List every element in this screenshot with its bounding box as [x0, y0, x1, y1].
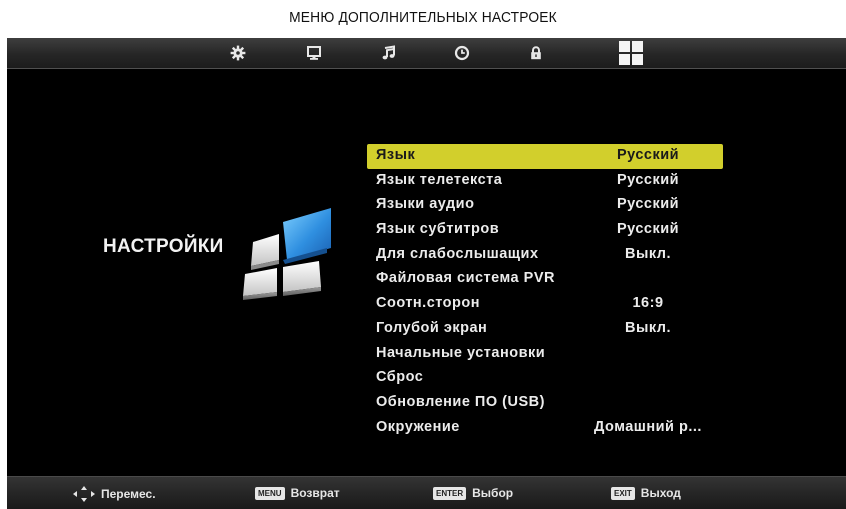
- menu-item-label: Языки аудио: [376, 196, 475, 213]
- menu-item-value: 16:9: [632, 295, 664, 312]
- menu-item-aspect-ratio[interactable]: Соотн.сторон 16:9: [367, 292, 723, 317]
- tab-time[interactable]: [453, 44, 471, 62]
- menu-item-language[interactable]: Язык Русский: [367, 144, 723, 169]
- hint-exit: EXIT Выход: [611, 486, 681, 500]
- menu-item-label: Обновление ПО (USB): [376, 393, 545, 410]
- menu-item-value: Домашний р...: [594, 418, 702, 435]
- page-caption: МЕНЮ ДОПОЛНИТЕЛЬНЫХ НАСТРОЕК: [289, 9, 557, 26]
- menu-item-value: Русский: [616, 221, 680, 238]
- menu-item-label: Для слабослышащих: [376, 245, 539, 262]
- menu-item-environment[interactable]: Окружение Домашний р...: [367, 416, 723, 441]
- menu-item-label: Окружение: [376, 418, 460, 435]
- hint-back: MENU Возврат: [255, 486, 340, 500]
- menu-item-value: Русский: [616, 196, 680, 213]
- gear-icon: [230, 45, 246, 61]
- menu-key-icon: MENU: [255, 486, 285, 500]
- settings-logo: [231, 200, 331, 305]
- menu-item-label: Сброс: [376, 369, 424, 386]
- menu-item-value: Выкл.: [624, 245, 672, 262]
- hint-exit-label: Выход: [640, 486, 681, 500]
- hint-move: Перемес.: [73, 486, 156, 502]
- menu-item-teletext-language[interactable]: Язык телетекста Русский: [367, 169, 723, 194]
- enter-key-icon: ENTER: [433, 486, 467, 500]
- tv-screen: НАСТРОЙКИ Язык Русский Язык телетекста Р…: [7, 38, 846, 509]
- clock-icon: [454, 45, 470, 61]
- menu-item-value: Русский: [616, 171, 680, 188]
- menu-item-label: Язык телетекста: [376, 171, 503, 188]
- menu-item-label: Файловая система PVR: [376, 270, 555, 287]
- menu-item-reset[interactable]: Сброс: [367, 366, 723, 391]
- hint-select: ENTER Выбор: [433, 486, 513, 500]
- tab-picture[interactable]: [229, 44, 247, 62]
- menu-item-value: Выкл.: [624, 319, 672, 336]
- tab-lock[interactable]: [527, 44, 545, 62]
- menu-item-hearing-impaired[interactable]: Для слабослышащих Выкл.: [367, 243, 723, 268]
- menu-item-audio-languages[interactable]: Языки аудио Русский: [367, 193, 723, 218]
- menu-item-label: Язык субтитров: [376, 221, 500, 238]
- menu-item-blue-screen[interactable]: Голубой экран Выкл.: [367, 317, 723, 342]
- tab-sound[interactable]: [379, 44, 397, 62]
- menu-item-label: Голубой экран: [376, 319, 488, 336]
- settings-cube-logo-icon: [243, 208, 331, 300]
- lock-icon: [531, 46, 541, 60]
- section-title: НАСТРОЙКИ: [103, 236, 224, 257]
- menu-item-label: Язык: [376, 147, 416, 163]
- menu-item-software-update-usb[interactable]: Обновление ПО (USB): [367, 391, 723, 416]
- hint-move-label: Перемес.: [101, 487, 156, 501]
- tab-bar: [7, 38, 846, 69]
- menu-item-value: Русский: [616, 147, 680, 163]
- dpad-arrows-icon: [73, 486, 95, 502]
- menu-item-label: Начальные установки: [376, 344, 546, 361]
- hint-back-label: Возврат: [290, 486, 340, 500]
- hint-select-label: Выбор: [472, 486, 514, 500]
- menu-item-pvr-file-system[interactable]: Файловая система PVR: [367, 267, 723, 292]
- exit-key-icon: EXIT: [611, 486, 635, 500]
- menu-item-label: Соотн.сторон: [376, 295, 481, 312]
- menu-item-subtitle-language[interactable]: Язык субтитров Русский: [367, 218, 723, 243]
- tab-screen[interactable]: [305, 44, 323, 62]
- menu-item-first-time-setup[interactable]: Начальные установки: [367, 342, 723, 367]
- tab-settings[interactable]: [619, 41, 643, 65]
- settings-menu: Язык Русский Язык телетекста Русский Язы…: [367, 144, 723, 440]
- settings-grid-icon: [619, 41, 643, 65]
- music-note-icon: [382, 45, 395, 60]
- hint-bar: Перемес. MENU Возврат ENTER Выбор EXIT В…: [7, 476, 846, 509]
- monitor-icon: [307, 46, 321, 60]
